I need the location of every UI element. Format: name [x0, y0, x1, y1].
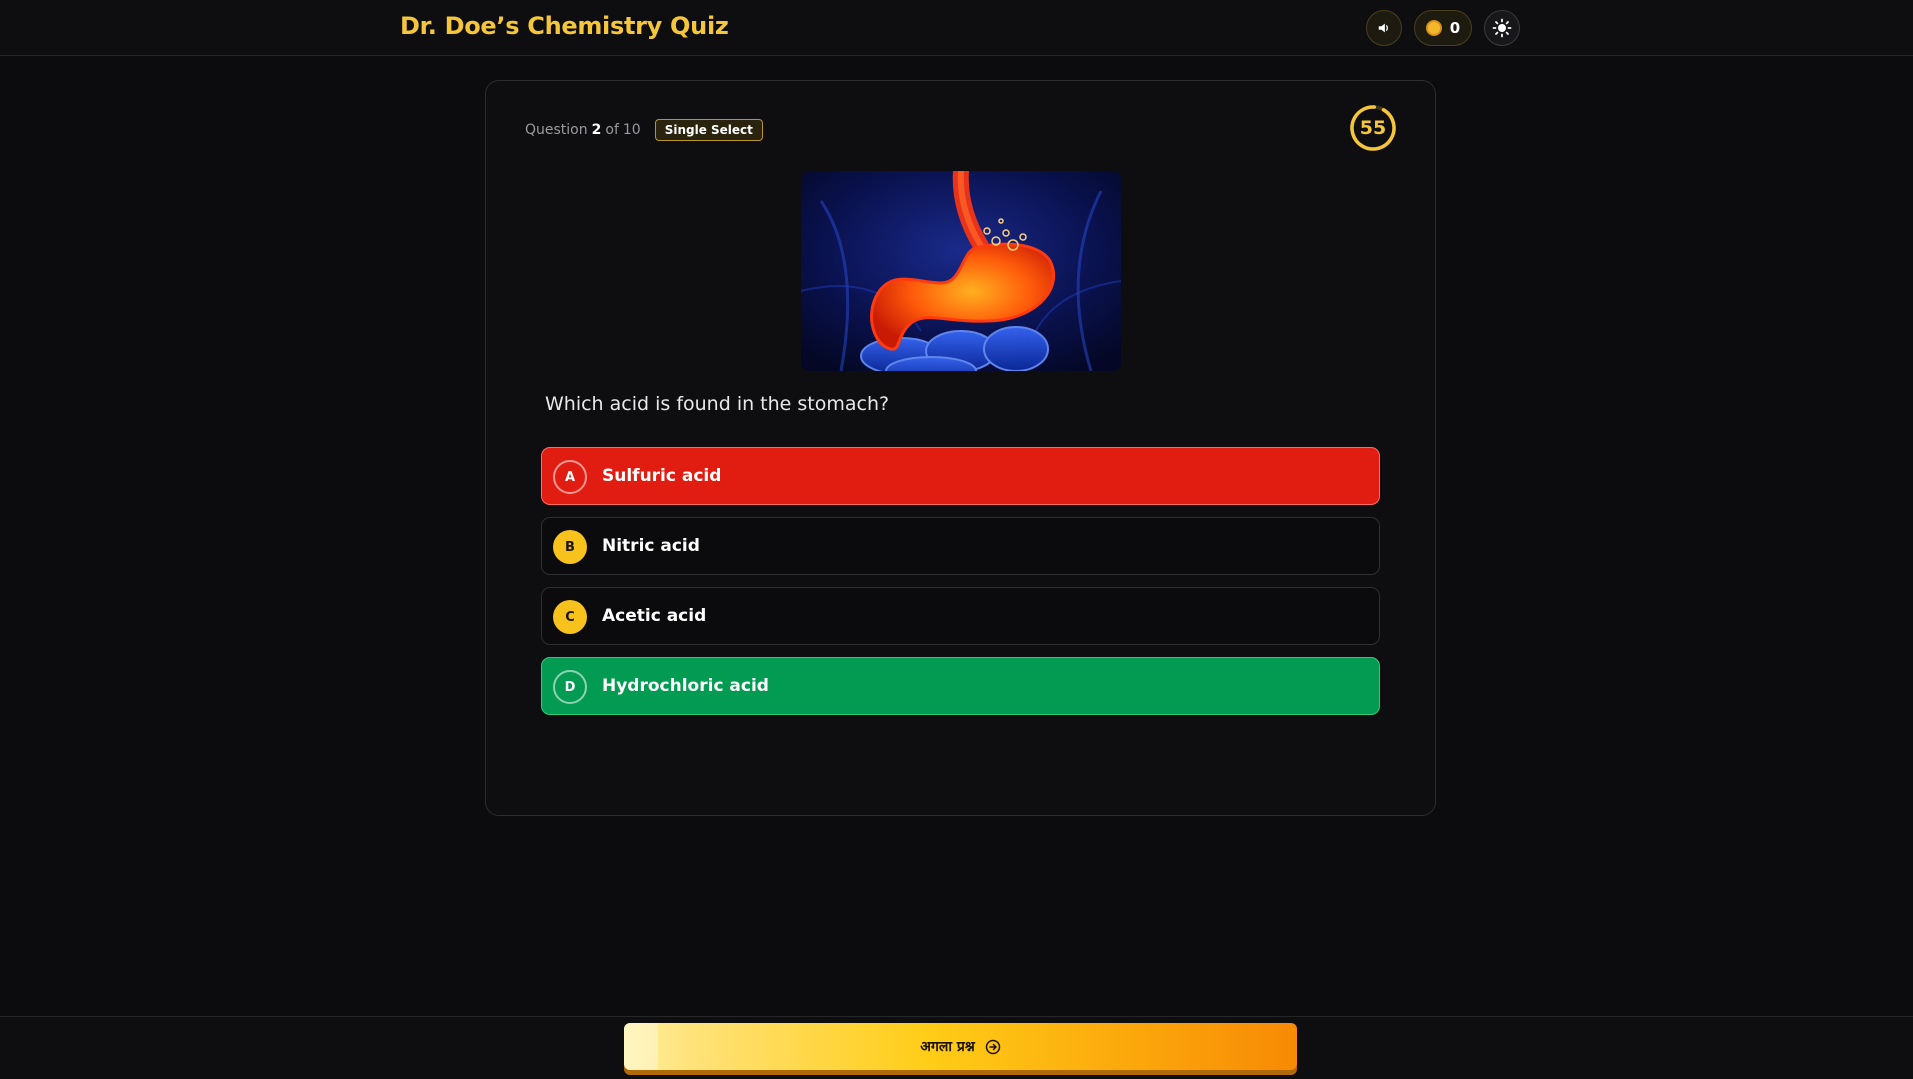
option-letter-badge: B	[553, 530, 587, 564]
of-label: of	[605, 122, 619, 138]
option-letter-badge: A	[553, 460, 587, 494]
option-c[interactable]: C Acetic acid	[541, 587, 1380, 645]
sun-icon	[1492, 18, 1512, 38]
option-label: Nitric acid	[602, 536, 700, 556]
question-card: Question 2 of 10 Single Select 55 Which …	[485, 80, 1436, 816]
timer-progress-strip	[624, 1023, 658, 1070]
question-progress: Question 2 of 10 Single Select	[525, 119, 763, 141]
option-label: Acetic acid	[602, 606, 707, 626]
question-type-badge: Single Select	[654, 119, 763, 141]
option-letter-badge: C	[553, 600, 587, 634]
total-questions: 10	[622, 122, 641, 138]
timer-value: 55	[1359, 117, 1387, 139]
app-title: Dr. Doe’s Chemistry Quiz	[400, 12, 729, 40]
option-b[interactable]: B Nitric acid	[541, 517, 1380, 575]
option-a[interactable]: A Sulfuric acid	[541, 447, 1380, 505]
sound-toggle-button[interactable]	[1366, 10, 1402, 46]
option-d[interactable]: D Hydrochloric acid	[541, 657, 1380, 715]
speaker-icon	[1378, 23, 1388, 33]
option-letter-badge: D	[553, 670, 587, 704]
option-label: Sulfuric acid	[602, 466, 722, 486]
bottom-bar: अगला प्रश्न	[0, 1016, 1913, 1079]
coin-icon	[1425, 20, 1442, 36]
coins-counter[interactable]: 0	[1414, 10, 1472, 46]
top-bar: Dr. Doe’s Chemistry Quiz 0	[0, 0, 1913, 56]
question-number: 2	[591, 122, 602, 138]
next-question-button[interactable]: अगला प्रश्न	[624, 1023, 1297, 1070]
countdown-timer: 55	[1349, 104, 1397, 152]
theme-toggle-button[interactable]	[1484, 10, 1520, 46]
option-label: Hydrochloric acid	[602, 676, 769, 696]
stomach-image	[801, 171, 1121, 371]
question-image	[801, 171, 1121, 371]
next-question-label: अगला प्रश्न	[920, 1039, 975, 1055]
question-label: Question	[525, 122, 588, 138]
question-text: Which acid is found in the stomach?	[545, 393, 890, 415]
arrow-right-circle-icon	[985, 1039, 1000, 1054]
coins-count: 0	[1449, 19, 1461, 37]
